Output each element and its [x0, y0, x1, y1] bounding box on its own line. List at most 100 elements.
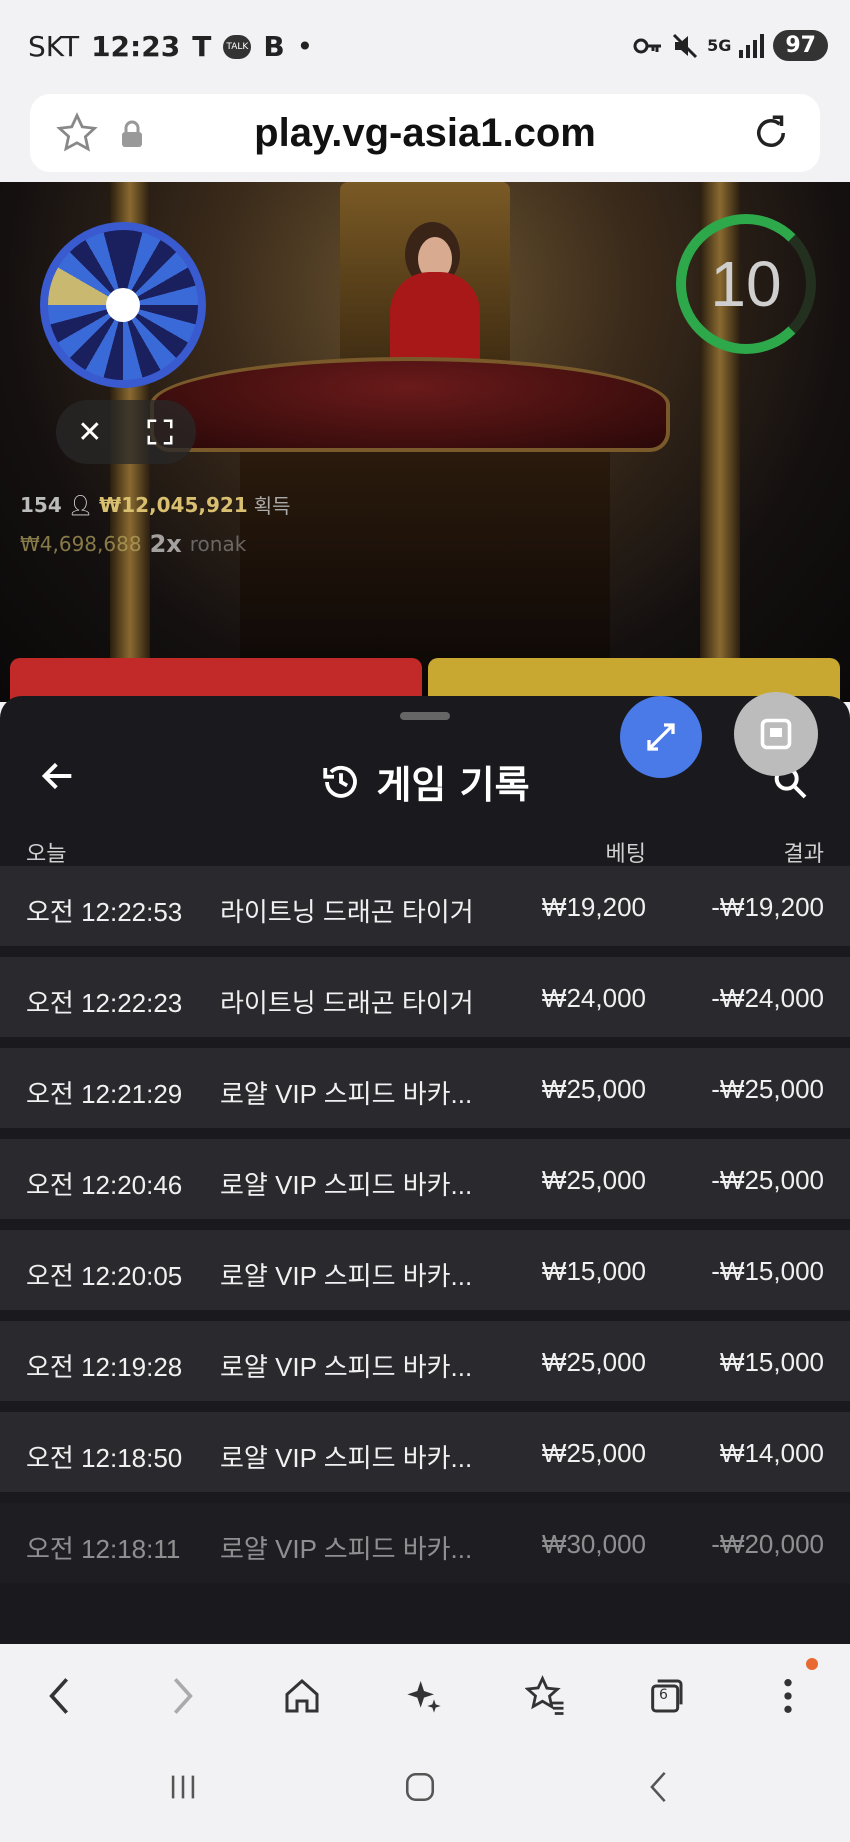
- browser-toolbar: 6: [0, 1644, 850, 1744]
- clock: 12:23: [91, 30, 181, 63]
- expand-arrows-icon: [647, 723, 675, 751]
- expand-button[interactable]: [620, 696, 702, 778]
- row-game: 로얄 VIP 스피드 바카...: [220, 1534, 473, 1564]
- sheet-title: 게임 기록: [376, 763, 530, 807]
- reload-icon[interactable]: [750, 112, 792, 154]
- history-row[interactable]: 오전 12:20:46 로얄 VIP 스피드 바카... ₩25,000 -₩2…: [0, 1139, 850, 1219]
- sheet-title-wrap: 게임 기록: [0, 754, 850, 809]
- chevron-right-icon: [173, 1678, 193, 1714]
- game-table: [150, 357, 670, 452]
- col-result: 결과: [783, 842, 824, 867]
- fullscreen-icon[interactable]: [145, 417, 175, 447]
- more-vert-icon: [784, 1679, 792, 1713]
- row-game: 로얄 VIP 스피드 바카...: [220, 1443, 473, 1473]
- winners-summary: 154 👤︎ ₩12,045,921 획득: [20, 490, 291, 519]
- row-time: 오전 12:20:05: [26, 1261, 183, 1291]
- talk-icon: TALK: [223, 34, 252, 59]
- close-icon[interactable]: ✕: [77, 415, 102, 450]
- history-row[interactable]: 오전 12:18:11 로얄 VIP 스피드 바카... ₩30,000 -₩2…: [0, 1503, 850, 1583]
- mute-icon: [673, 33, 698, 58]
- row-time: 오전 12:22:53: [26, 897, 183, 927]
- row-time: 오전 12:21:29: [26, 1079, 183, 1109]
- pip-button[interactable]: [734, 692, 818, 776]
- countdown-timer: 10: [676, 214, 816, 354]
- carrier-label: SKT: [28, 30, 80, 63]
- system-back-icon[interactable]: [644, 1770, 674, 1804]
- row-result: ₩15,000: [719, 1347, 824, 1377]
- url-text[interactable]: play.vg-asia1.com: [30, 111, 820, 156]
- row-game: 로얄 VIP 스피드 바카...: [220, 1261, 473, 1291]
- row-time: 오전 12:19:28: [26, 1352, 183, 1382]
- battery-level: 97: [773, 30, 828, 61]
- timer-value: 10: [710, 248, 782, 320]
- row-result: -₩25,000: [711, 1165, 824, 1195]
- history-row[interactable]: 오전 12:22:23 라이트닝 드래곤 타이거 ₩24,000 -₩24,00…: [0, 957, 850, 1037]
- sheet-grabber[interactable]: [400, 712, 450, 720]
- tabs-button[interactable]: 6: [644, 1674, 688, 1718]
- video-controls: ✕: [56, 400, 196, 464]
- game-history-sheet: 게임 기록 오늘 베팅 결과 오전 12:22:53 라이트닝 드래곤 타이거 …: [0, 696, 850, 1644]
- row-bet: ₩19,200: [541, 892, 646, 922]
- row-time: 오전 12:22:23: [26, 988, 183, 1018]
- row-game: 로얄 VIP 스피드 바카...: [220, 1170, 473, 1200]
- tab-count: 6: [659, 1687, 668, 1703]
- status-bar: SKT 12:23 T TALK B • 5G 97: [0, 0, 850, 92]
- system-navigation: [0, 1744, 850, 1842]
- home-circle-icon[interactable]: [402, 1770, 438, 1804]
- menu-button[interactable]: [766, 1658, 818, 1718]
- chevron-left-icon: [49, 1678, 69, 1714]
- row-bet: ₩25,000: [541, 1438, 646, 1468]
- row-result: -₩20,000: [711, 1529, 824, 1559]
- row-bet: ₩30,000: [541, 1529, 646, 1559]
- signal-icon: [739, 33, 765, 58]
- url-bar[interactable]: play.vg-asia1.com: [30, 94, 820, 172]
- history-row[interactable]: 오전 12:18:50 로얄 VIP 스피드 바카... ₩25,000 ₩14…: [0, 1412, 850, 1492]
- row-bet: ₩15,000: [541, 1256, 646, 1286]
- player-count: 154: [20, 492, 62, 517]
- recent-apps-icon[interactable]: [166, 1770, 200, 1804]
- row-result: -₩15,000: [711, 1256, 824, 1286]
- row-time: 오전 12:20:46: [26, 1170, 183, 1200]
- history-row[interactable]: 오전 12:20:05 로얄 VIP 스피드 바카... ₩15,000 -₩1…: [0, 1230, 850, 1310]
- col-bet: 베팅: [605, 842, 646, 867]
- top-win-user: ronak: [189, 532, 247, 556]
- home-icon: [285, 1678, 319, 1713]
- top-win-multiplier: 2x: [149, 530, 182, 558]
- bookmarks-button[interactable]: [524, 1674, 568, 1718]
- row-bet: ₩25,000: [541, 1165, 646, 1195]
- row-bet: ₩25,000: [541, 1347, 646, 1377]
- top-win-amount: ₩4,698,688: [20, 532, 142, 556]
- history-icon: [323, 765, 358, 798]
- row-time: 오전 12:18:50: [26, 1443, 183, 1473]
- sheet-header: 게임 기록: [0, 732, 850, 822]
- row-result: -₩19,200: [711, 892, 824, 922]
- browser-back-button[interactable]: [38, 1674, 82, 1718]
- history-list: 오전 12:22:53 라이트닝 드래곤 타이거 ₩19,200 -₩19,20…: [0, 866, 850, 1594]
- browser-forward-button[interactable]: [160, 1674, 204, 1718]
- row-game: 라이트닝 드래곤 타이거: [220, 897, 474, 927]
- row-bet: ₩24,000: [541, 983, 646, 1013]
- sparkle-icon: [407, 1681, 441, 1713]
- star-list-icon: [525, 1675, 564, 1715]
- row-result: ₩14,000: [719, 1438, 824, 1468]
- row-bet: ₩25,000: [541, 1074, 646, 1104]
- row-time: 오전 12:18:11: [26, 1534, 181, 1564]
- picture-in-picture-icon: [760, 718, 792, 750]
- ai-button[interactable]: [402, 1674, 446, 1718]
- key-icon: [633, 38, 662, 53]
- history-row[interactable]: 오전 12:21:29 로얄 VIP 스피드 바카... ₩25,000 -₩2…: [0, 1048, 850, 1128]
- total-won: ₩12,045,921: [99, 492, 248, 517]
- notification-dot: [806, 1658, 818, 1670]
- row-game: 로얄 VIP 스피드 바카...: [220, 1079, 473, 1109]
- home-button[interactable]: [280, 1674, 324, 1718]
- b-app-icon: B: [263, 30, 285, 63]
- row-game: 로얄 VIP 스피드 바카...: [220, 1352, 473, 1382]
- live-video[interactable]: 10 ✕ 154 👤︎ ₩12,045,921 획득 ₩4,698,688 2x…: [0, 182, 850, 702]
- more-notifications-icon: •: [296, 30, 314, 63]
- history-row[interactable]: 오전 12:19:28 로얄 VIP 스피드 바카... ₩25,000 ₩15…: [0, 1321, 850, 1401]
- history-row[interactable]: 오전 12:22:53 라이트닝 드래곤 타이거 ₩19,200 -₩19,20…: [0, 866, 850, 946]
- network-type: 5G: [707, 36, 732, 55]
- row-result: -₩24,000: [711, 983, 824, 1013]
- t-app-icon: T: [192, 30, 212, 63]
- user-icon: 👤︎: [67, 492, 94, 517]
